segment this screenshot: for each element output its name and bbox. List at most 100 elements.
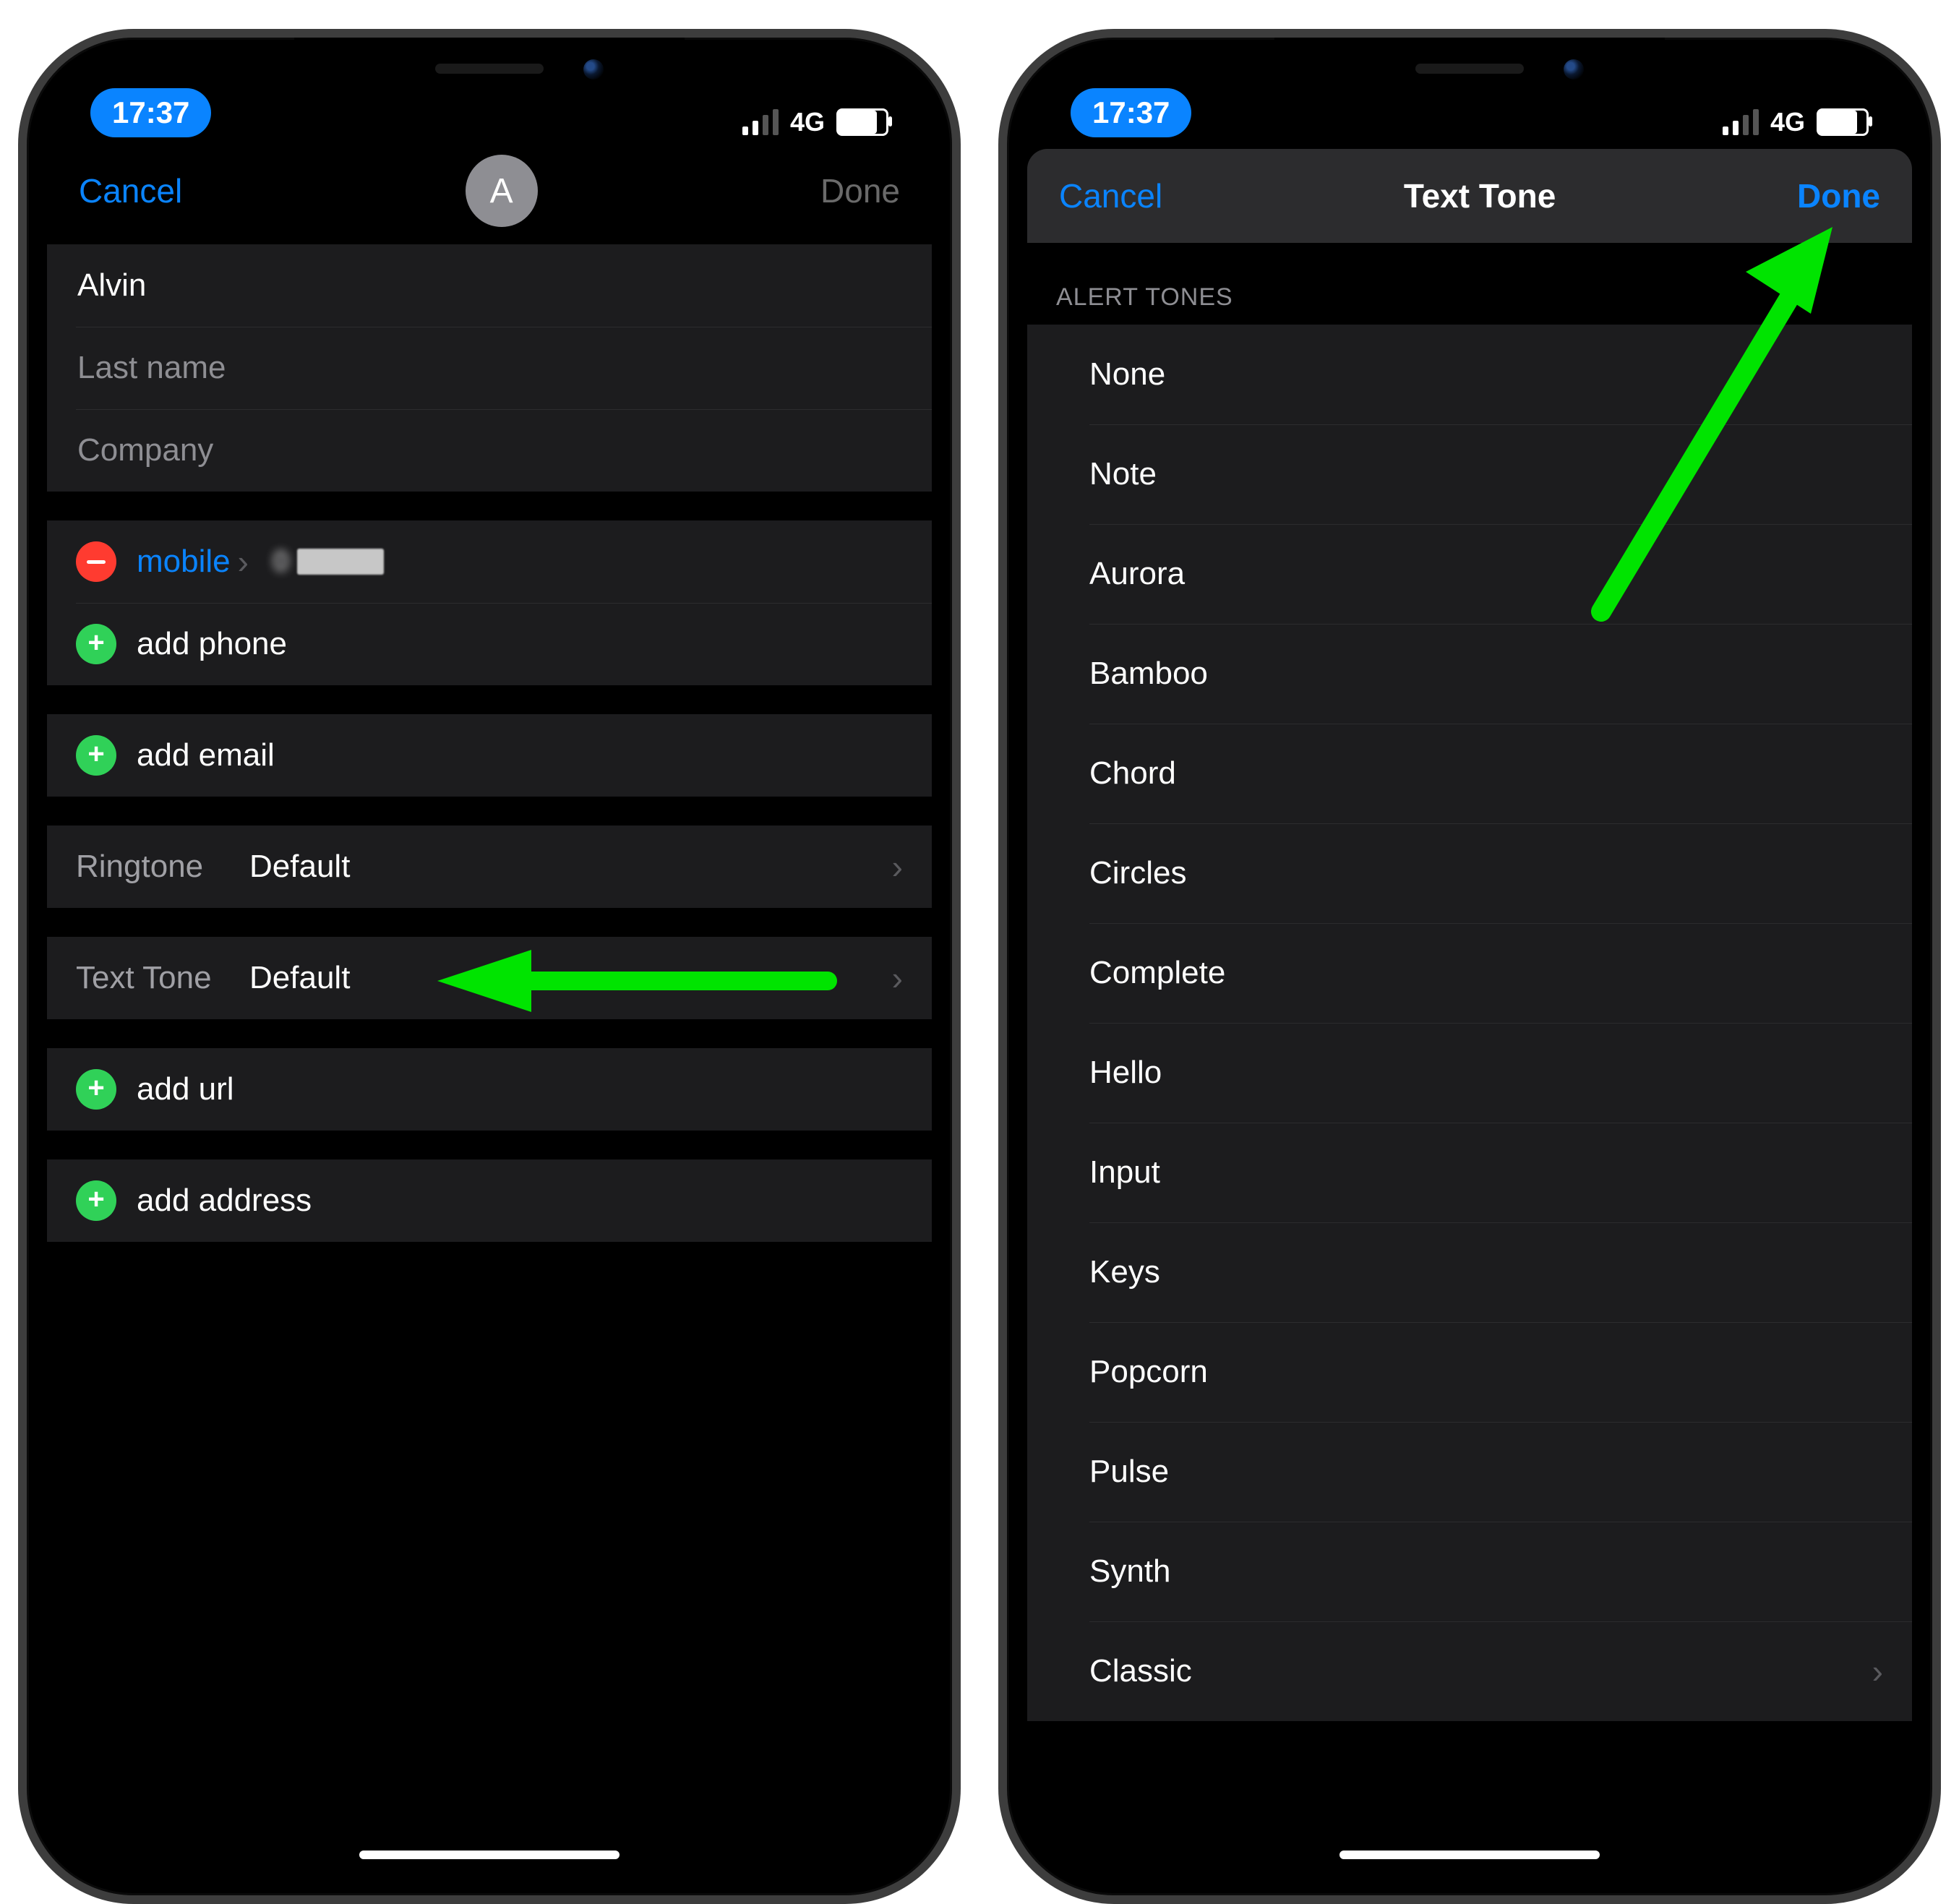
add-url-row[interactable]: add url	[47, 1048, 932, 1131]
cancel-button[interactable]: Cancel	[1059, 176, 1162, 215]
cancel-button[interactable]: Cancel	[79, 171, 182, 210]
battery-icon	[836, 108, 888, 136]
section-email: add email	[47, 714, 932, 797]
add-address-label: add address	[137, 1183, 312, 1219]
tone-row[interactable]: Input	[1027, 1123, 1912, 1222]
tone-label: Circles	[1089, 855, 1186, 891]
home-indicator[interactable]	[1339, 1851, 1600, 1859]
add-phone-row[interactable]: add phone	[47, 603, 932, 685]
tone-row[interactable]: None	[1027, 325, 1912, 424]
tone-row[interactable]: Keys	[1027, 1222, 1912, 1322]
tone-label: Pulse	[1089, 1454, 1169, 1490]
first-name-row[interactable]	[47, 244, 932, 327]
side-button	[959, 457, 961, 645]
company-input[interactable]	[76, 432, 903, 469]
tone-label: Keys	[1089, 1254, 1160, 1290]
tone-row[interactable]: Complete	[1027, 923, 1912, 1023]
tone-row[interactable]: Hello	[1027, 1023, 1912, 1123]
tone-row[interactable]: Note	[1027, 424, 1912, 524]
battery-icon	[1817, 108, 1869, 136]
status-time[interactable]: 17:37	[1071, 88, 1191, 137]
section-address: add address	[47, 1159, 932, 1242]
tone-list: None Note Aurora Bamboo Chord Circles Complete…	[1027, 325, 1912, 1721]
remove-icon[interactable]	[76, 541, 116, 582]
tone-label: None	[1089, 356, 1165, 393]
volume-down-button	[998, 587, 1000, 724]
tone-row[interactable]: Popcorn	[1027, 1322, 1912, 1422]
avatar-initial: A	[490, 171, 513, 211]
phone-type-label[interactable]: mobile	[137, 544, 231, 580]
phone-right: 17:37 4G Cancel Text Tone Done ALERT TON…	[998, 29, 1941, 1904]
add-email-label: add email	[137, 737, 275, 773]
add-address-row[interactable]: add address	[47, 1159, 932, 1242]
notch	[294, 38, 685, 97]
text-tone-row[interactable]: Text Tone Default ›	[47, 937, 932, 1019]
screen-text-tone-picker: 17:37 4G Cancel Text Tone Done ALERT TON…	[1027, 58, 1912, 1875]
section-text-tone: Text Tone Default ›	[47, 937, 932, 1019]
chevron-right-icon: ›	[892, 847, 903, 886]
network-label: 4G	[790, 107, 825, 137]
add-icon[interactable]	[76, 735, 116, 776]
mute-switch	[18, 298, 20, 363]
ringtone-row[interactable]: Ringtone Default ›	[47, 826, 932, 908]
avatar[interactable]: A	[466, 155, 538, 227]
volume-up-button	[998, 413, 1000, 551]
phone-number-value[interactable]: 0	[273, 546, 384, 578]
tone-label: Chord	[1089, 755, 1176, 792]
ringtone-value: Default	[249, 849, 350, 885]
notch	[1274, 38, 1665, 97]
volume-up-button	[18, 413, 20, 551]
side-button	[1939, 457, 1941, 645]
add-url-label: add url	[137, 1071, 234, 1107]
company-row[interactable]	[47, 409, 932, 492]
nav-bar: Cancel A Done	[47, 142, 932, 244]
ringtone-label: Ringtone	[76, 849, 249, 885]
tone-row[interactable]: Aurora	[1027, 524, 1912, 624]
done-button-disabled: Done	[820, 171, 900, 210]
text-tone-value: Default	[249, 960, 350, 996]
add-email-row[interactable]: add email	[47, 714, 932, 797]
home-indicator[interactable]	[359, 1851, 620, 1859]
tone-label: Input	[1089, 1154, 1160, 1191]
tone-row[interactable]: Circles	[1027, 823, 1912, 923]
tone-label: Popcorn	[1089, 1354, 1208, 1390]
phone-row[interactable]: mobile › 0	[47, 520, 932, 603]
section-ringtone: Ringtone Default ›	[47, 826, 932, 908]
tone-row[interactable]: Chord	[1027, 724, 1912, 823]
page-title: Text Tone	[1404, 176, 1556, 215]
chevron-right-icon: ›	[238, 542, 249, 581]
section-name	[47, 244, 932, 492]
tone-label: Synth	[1089, 1553, 1171, 1590]
tone-label: Aurora	[1089, 556, 1185, 592]
section-url: add url	[47, 1048, 932, 1131]
modal-sheet: Cancel Text Tone Done ALERT TONES NoneNo…	[1027, 149, 1912, 1875]
nav-bar: Cancel Text Tone Done	[1027, 149, 1912, 243]
signal-icon	[742, 109, 779, 135]
first-name-input[interactable]	[76, 267, 903, 304]
add-icon[interactable]	[76, 624, 116, 664]
mute-switch	[998, 298, 1000, 363]
section-header-alert-tones: ALERT TONES	[1027, 243, 1912, 325]
phone-left: 17:37 4G Cancel A Done	[18, 29, 961, 1904]
last-name-row[interactable]	[47, 327, 932, 409]
tone-row[interactable]: Synth	[1027, 1522, 1912, 1621]
network-label: 4G	[1770, 107, 1805, 137]
add-icon[interactable]	[76, 1069, 116, 1110]
tone-label: Classic	[1089, 1653, 1192, 1689]
tone-row[interactable]: Bamboo	[1027, 624, 1912, 724]
tone-label: Bamboo	[1089, 656, 1208, 692]
status-time[interactable]: 17:37	[90, 88, 211, 137]
add-icon[interactable]	[76, 1180, 116, 1221]
chevron-right-icon: ›	[1872, 1652, 1883, 1691]
tone-row[interactable]: Classic ›	[1027, 1621, 1912, 1721]
signal-icon	[1723, 109, 1759, 135]
tone-row[interactable]: Pulse	[1027, 1422, 1912, 1522]
chevron-right-icon: ›	[892, 959, 903, 998]
tone-label: Note	[1089, 456, 1157, 492]
section-phone: mobile › 0 add phone	[47, 520, 932, 685]
done-button[interactable]: Done	[1797, 176, 1880, 215]
volume-down-button	[18, 587, 20, 724]
tone-label: Complete	[1089, 955, 1225, 991]
last-name-input[interactable]	[76, 349, 903, 387]
tone-label: Hello	[1089, 1055, 1162, 1091]
